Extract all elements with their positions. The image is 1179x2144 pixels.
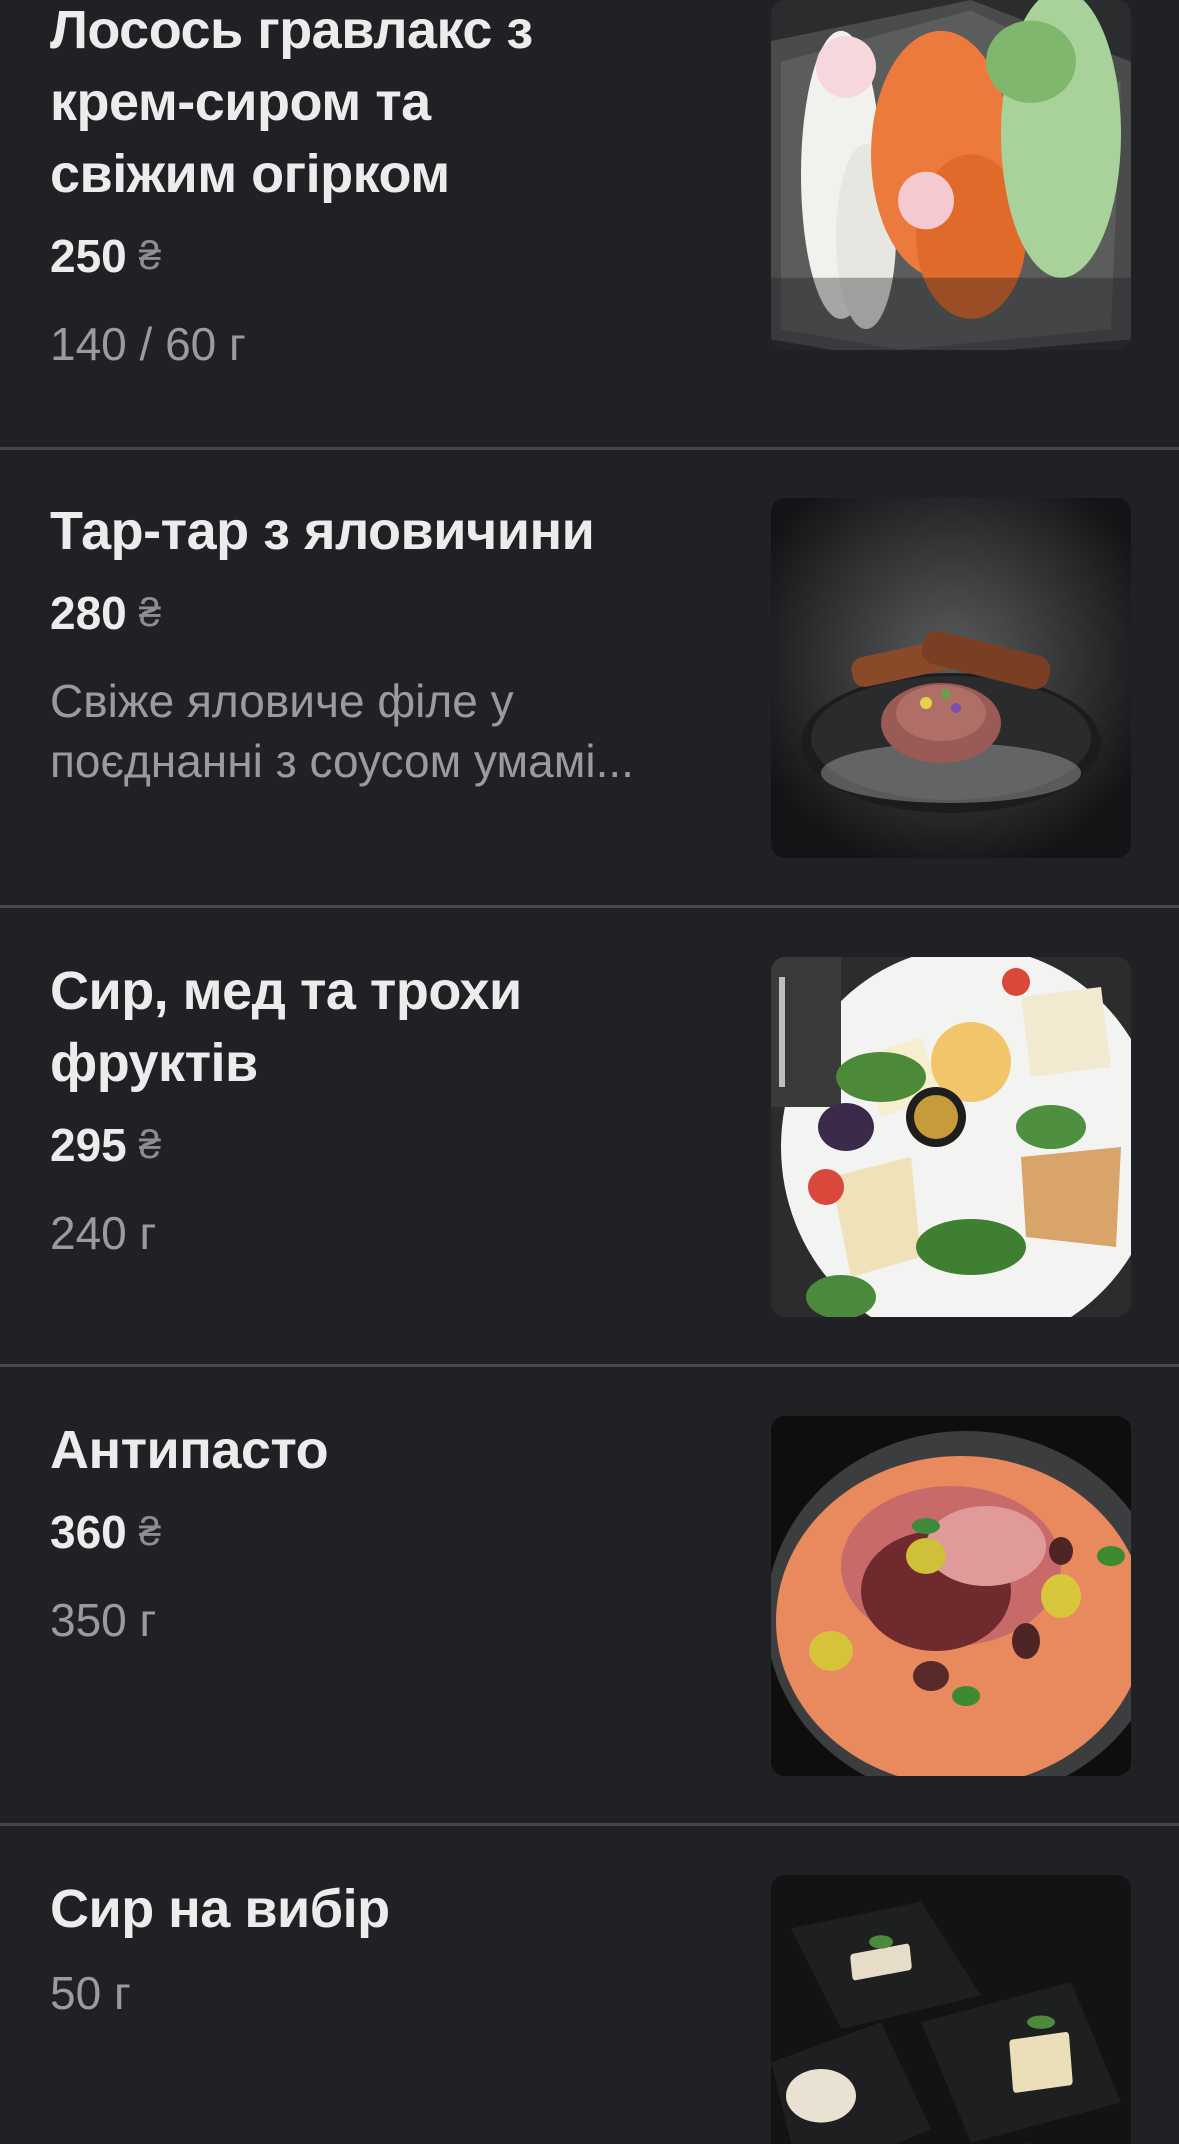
item-name: Тар-тар з яловичини — [50, 501, 595, 561]
cheese-honey-fruit-photo[interactable] — [771, 957, 1131, 1317]
divider — [0, 1364, 1179, 1367]
divider — [0, 905, 1179, 908]
menu-item-salmon[interactable]: Лосось гравлакс з крем-сиром та свіжим о… — [0, 0, 1179, 447]
item-weight: 350 г — [50, 1594, 157, 1646]
currency-icon: ₴ — [138, 591, 161, 635]
divider — [0, 447, 1179, 450]
price-value: 250 — [50, 230, 127, 282]
item-name-line: Сир, мед та трохи — [50, 961, 522, 1021]
currency-icon: ₴ — [138, 1510, 161, 1554]
cheese-choice-image — [771, 1875, 1131, 2144]
item-name-line: свіжим огірком — [50, 144, 450, 204]
item-price: 360 ₴ — [50, 1504, 720, 1560]
price-value: 360 — [50, 1506, 127, 1558]
item-description: Свіже яловиче філе у поєднанні з соусом … — [50, 671, 710, 791]
divider — [0, 1823, 1179, 1826]
beef-tartare-photo[interactable] — [771, 498, 1131, 858]
item-description-line: Свіже яловиче філе у — [50, 675, 514, 727]
menu-item-text: Тар-тар з яловичини 280 ₴ Свіже яловиче ф… — [50, 495, 720, 791]
item-description-line: поєднанні з соусом умамі... — [50, 735, 634, 787]
cheese-choice-photo[interactable] — [771, 1875, 1131, 2144]
item-price: 250 ₴ — [50, 228, 720, 284]
beef-tartare-image — [771, 498, 1131, 858]
antipasto-photo[interactable] — [771, 1416, 1131, 1776]
currency-icon: ₴ — [138, 1123, 161, 1167]
menu-item-text: Антипасто 360 ₴ 350 г — [50, 1414, 720, 1650]
item-name-line: Лосось гравлакс з — [50, 0, 533, 60]
price-value: 295 — [50, 1119, 127, 1171]
menu-item-text: Лосось гравлакс з крем-сиром та свіжим о… — [50, 0, 720, 374]
currency-icon: ₴ — [138, 234, 161, 278]
item-price: 280 ₴ — [50, 585, 720, 641]
menu-item-text: Сир, мед та трохи фруктів 295 ₴ 240 г — [50, 955, 720, 1263]
price-value: 280 — [50, 587, 127, 639]
item-name: Сир на вибір — [50, 1879, 390, 1939]
item-name-line: крем-сиром та — [50, 72, 431, 132]
item-name-line: фруктів — [50, 1033, 258, 1093]
cheese-honey-image — [771, 957, 1131, 1317]
item-price: 295 ₴ — [50, 1117, 720, 1173]
item-weight: 140 / 60 г — [50, 318, 246, 370]
antipasto-image — [771, 1416, 1131, 1776]
item-name: Антипасто — [50, 1420, 329, 1480]
menu-item-text: Сир на вибір 50 г — [50, 1873, 720, 2023]
salmon-gravlax-image — [771, 0, 1131, 350]
item-weight: 50 г — [50, 1967, 131, 2019]
salmon-gravlax-photo[interactable] — [771, 0, 1131, 350]
item-weight: 240 г — [50, 1207, 157, 1259]
